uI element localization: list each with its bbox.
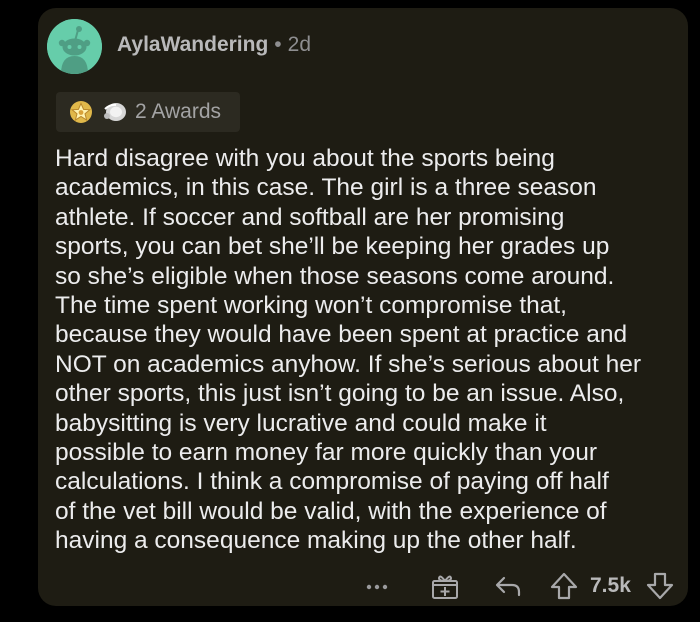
- vote-count: 7.5k: [590, 574, 631, 597]
- awards-label: 2 Awards: [135, 100, 221, 123]
- comment-age: 2d: [287, 33, 312, 56]
- downvote-arrow-icon[interactable]: [646, 572, 674, 600]
- awards-badge[interactable]: 2 Awards: [56, 92, 240, 132]
- comment-card: AylaWandering • 2d 2 Awards Hard disagree …: [38, 8, 688, 606]
- star-award-icon: [70, 101, 92, 123]
- more-options-icon[interactable]: [366, 582, 388, 592]
- gift-award-icon[interactable]: [431, 573, 459, 600]
- upvote-arrow-icon[interactable]: [550, 572, 578, 600]
- username[interactable]: AylaWandering: [117, 33, 268, 56]
- user-avatar[interactable]: [47, 19, 102, 74]
- meta-separator: •: [274, 33, 282, 56]
- reply-icon[interactable]: [494, 575, 522, 597]
- snoo-avatar-icon: [47, 19, 102, 74]
- comment-body: Hard disagree with you about the sports …: [55, 145, 642, 555]
- silver-award-icon: [104, 103, 126, 121]
- comment-header: AylaWandering • 2d: [117, 33, 311, 57]
